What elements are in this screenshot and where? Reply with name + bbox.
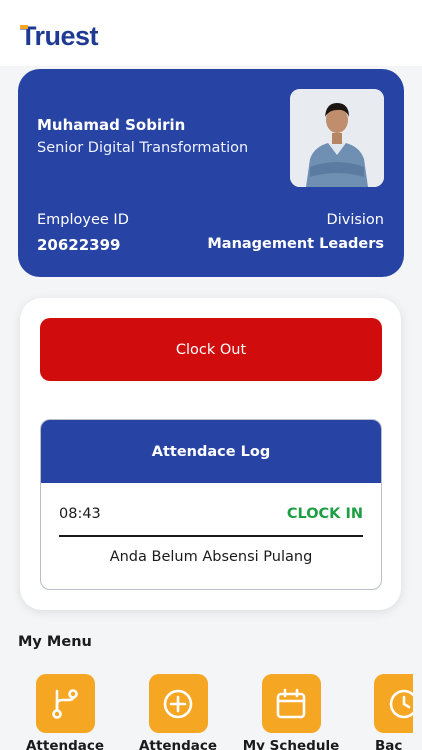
truest-logo: Truest [20,21,99,51]
logo-accent-mark [20,25,28,29]
attendance-log-card: Attendace Log 08:43 CLOCK IN Anda Belum … [40,419,382,590]
plus-circle-icon [148,674,208,733]
menu-item-label: My Schedule [242,738,340,750]
logo-text: Truest [20,21,99,51]
attendance-note: Anda Belum Absensi Pulang [109,549,313,565]
division-value: Management Leaders [207,236,384,252]
log-entry-time: 08:43 [59,506,101,522]
menu-item-label: Attendace [138,738,218,750]
log-entry-status: CLOCK IN [286,506,363,522]
person-photo-icon [290,89,384,187]
menu-item-label: Attendace [25,738,105,750]
my-menu-title: My Menu [18,634,92,650]
menu-item-label: Bac [375,738,403,750]
employee-card: Muhamad Sobirin Senior Digital Transform… [18,69,404,277]
clock-icon [374,674,413,733]
attendance-log-title: Attendace Log [41,420,381,483]
division-label: Division [326,212,384,228]
employee-id-label: Employee ID [37,212,129,228]
menu-item-partial[interactable]: Bac [353,674,413,750]
app-screen: Truest Muhamad Sobirin Senior Digital Tr… [0,0,422,750]
employee-photo [290,89,384,187]
employee-title: Senior Digital Transformation [37,140,249,156]
branch-icon [35,674,95,733]
employee-name: Muhamad Sobirin [37,116,186,134]
menu-item-attendance-add[interactable]: Attendace [128,674,228,750]
employee-id-value: 20622399 [37,236,121,254]
menu-item-my-schedule[interactable]: My Schedule [241,674,341,750]
clock-out-button[interactable]: Clock Out [40,318,382,381]
menu-item-attendance-history[interactable]: Attendace [15,674,115,750]
attendance-panel: Clock Out Attendace Log 08:43 CLOCK IN A… [20,298,401,610]
app-header: Truest [0,0,422,66]
calendar-icon [261,674,321,733]
log-divider [59,535,363,537]
